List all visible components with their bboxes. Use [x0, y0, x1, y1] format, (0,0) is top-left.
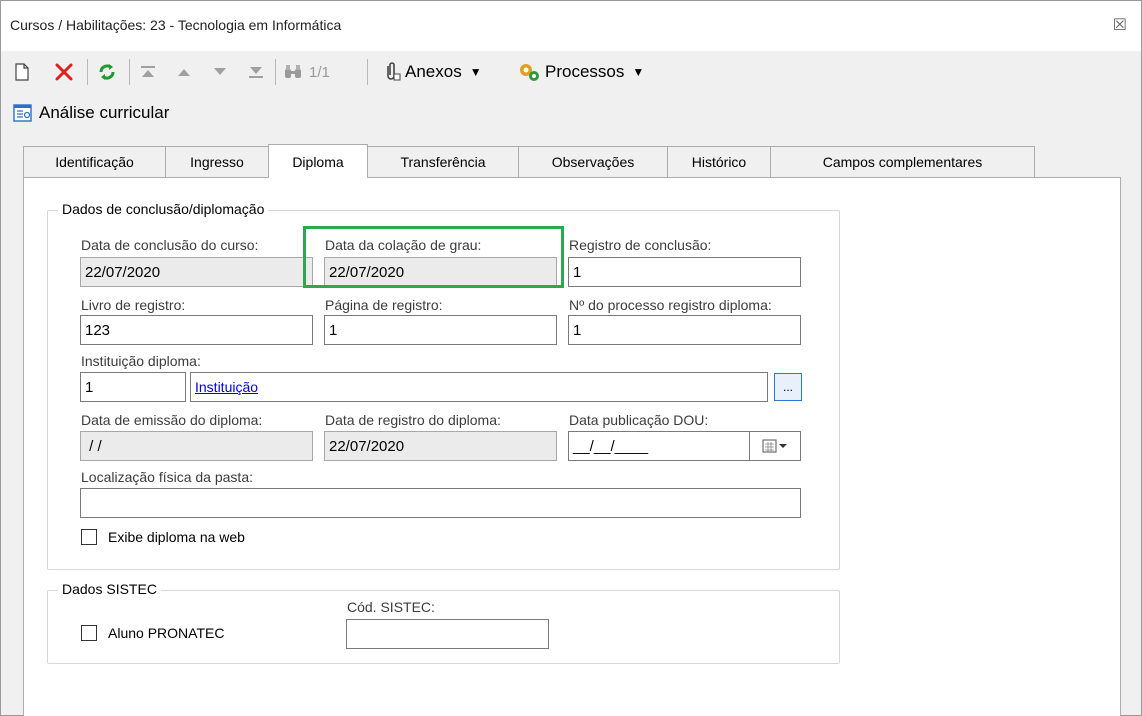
- gears-icon: [520, 64, 539, 81]
- title-bar: Cursos / Habilitações: 23 - Tecnologia e…: [1, 1, 1141, 51]
- tab-historico[interactable]: Histórico: [667, 146, 771, 177]
- first-record-button[interactable]: [139, 59, 157, 85]
- tab-identificacao[interactable]: Identificação: [23, 146, 166, 177]
- toolbar-separator: [367, 59, 368, 85]
- curricular-analysis-link[interactable]: Análise curricular: [13, 101, 169, 125]
- graduation-date-highlight: [303, 226, 564, 288]
- conclusion-record-field[interactable]: 1: [568, 257, 801, 287]
- window-title: Cursos / Habilitações: 23 - Tecnologia e…: [10, 17, 342, 33]
- processes-label: Processos: [545, 62, 625, 81]
- diploma-register-date-field: 22/07/2020: [324, 431, 557, 461]
- course-conclusion-date-label: Data de conclusão do curso:: [81, 237, 259, 253]
- diploma-register-date-label: Data de registro do diploma:: [325, 412, 501, 428]
- delete-x-icon: [55, 63, 73, 81]
- chevron-down-icon: ▼: [469, 65, 482, 79]
- institution-link[interactable]: Instituição: [195, 379, 258, 395]
- course-conclusion-date-field: 22/07/2020: [80, 257, 313, 287]
- attachments-menu-button[interactable]: Anexos ▼: [381, 59, 482, 85]
- toolbar-separator: [87, 59, 88, 85]
- diploma-institution-name-field[interactable]: Instituição: [190, 372, 768, 402]
- pronatec-checkbox[interactable]: [81, 625, 97, 641]
- dou-date-picker-button[interactable]: [749, 431, 801, 461]
- dou-publication-date-field[interactable]: __/__/____: [568, 431, 750, 461]
- tab-diploma[interactable]: Diploma: [268, 144, 368, 178]
- paperclip-icon: [387, 62, 401, 81]
- last-record-button[interactable]: [247, 59, 265, 85]
- sistec-code-label: Cód. SISTEC:: [347, 599, 435, 615]
- ellipsis-icon: ...: [782, 380, 793, 394]
- new-record-button[interactable]: [13, 59, 31, 85]
- arrow-down-icon: [214, 68, 226, 75]
- toolbar: 1/1 Anexos ▼ Processos ▼: [1, 51, 1141, 93]
- processes-menu-button[interactable]: Processos ▼: [517, 59, 644, 85]
- diploma-institution-label: Instituição diploma:: [81, 353, 201, 369]
- sistec-groupbox: Dados SISTEC Aluno PRONATEC Cód. SISTEC:: [47, 581, 840, 664]
- curricular-analysis-label: Análise curricular: [39, 103, 170, 122]
- institution-lookup-button[interactable]: ...: [774, 373, 802, 401]
- tab-observacoes[interactable]: Observações: [518, 146, 668, 177]
- diploma-process-number-label: Nº do processo registro diploma:: [569, 297, 772, 313]
- pronatec-label: Aluno PRONATEC: [108, 625, 225, 641]
- tab-campos-complementares[interactable]: Campos complementares: [770, 146, 1035, 177]
- folder-location-label: Localização física da pasta:: [81, 469, 253, 485]
- calendar-icon: [762, 439, 787, 453]
- register-page-label: Página de registro:: [325, 297, 443, 313]
- folder-location-field[interactable]: [80, 488, 801, 518]
- register-book-field[interactable]: 123: [80, 315, 313, 345]
- tab-transferencia[interactable]: Transferência: [367, 146, 519, 177]
- toolbar-separator: [275, 59, 276, 85]
- close-icon[interactable]: ☒: [1113, 15, 1127, 35]
- diploma-issue-date-field: / /: [80, 431, 313, 461]
- binoculars-icon: [285, 65, 301, 78]
- register-page-field[interactable]: 1: [324, 315, 557, 345]
- toolbar-separator: [129, 59, 130, 85]
- diploma-institution-code-field[interactable]: 1: [80, 372, 186, 402]
- diploma-tab-panel: Dados de conclusão/diplomação Data de co…: [23, 177, 1121, 716]
- group-legend: Dados SISTEC: [58, 581, 161, 597]
- chevron-down-icon: ▼: [632, 65, 645, 79]
- show-diploma-web-label: Exibe diploma na web: [108, 529, 245, 545]
- refresh-icon: [99, 64, 115, 80]
- previous-record-button[interactable]: [175, 59, 193, 85]
- delete-record-button[interactable]: [53, 59, 75, 85]
- record-pager: 1/1: [309, 63, 330, 81]
- first-record-icon: [141, 66, 155, 77]
- dou-publication-date-label: Data publicação DOU:: [569, 412, 709, 428]
- arrow-up-icon: [178, 69, 190, 76]
- group-legend: Dados de conclusão/diplomação: [58, 201, 269, 217]
- search-records-button[interactable]: 1/1: [283, 59, 330, 85]
- show-diploma-web-checkbox[interactable]: [81, 529, 97, 545]
- dialog-window: Cursos / Habilitações: 23 - Tecnologia e…: [0, 0, 1142, 716]
- new-document-icon: [15, 63, 29, 81]
- curricular-analysis-icon: [13, 104, 32, 122]
- last-record-icon: [249, 67, 263, 78]
- attachments-label: Anexos: [405, 62, 462, 81]
- conclusion-record-label: Registro de conclusão:: [569, 237, 712, 253]
- next-record-button[interactable]: [211, 59, 229, 85]
- tab-ingresso[interactable]: Ingresso: [165, 146, 269, 177]
- sistec-code-field[interactable]: [346, 619, 549, 649]
- diploma-process-number-field[interactable]: 1: [568, 315, 801, 345]
- diploma-issue-date-label: Data de emissão do diploma:: [81, 412, 263, 428]
- refresh-button[interactable]: [96, 59, 118, 85]
- register-book-label: Livro de registro:: [81, 297, 186, 313]
